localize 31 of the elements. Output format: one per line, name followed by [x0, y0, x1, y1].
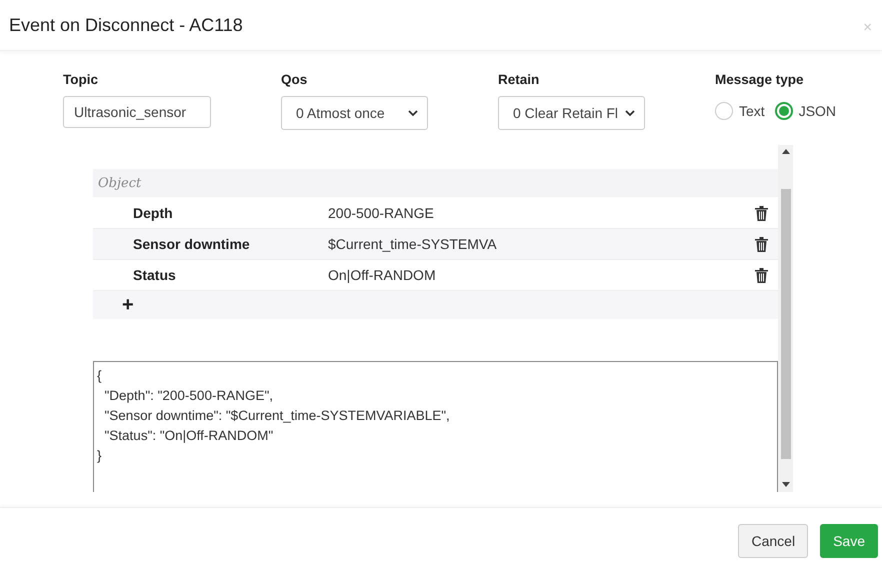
add-row-button[interactable]: +: [93, 291, 778, 319]
key-cell-text: Sensor downtime: [132, 236, 251, 252]
object-header: Object: [93, 169, 778, 198]
key-cell-text: Status: [132, 267, 177, 283]
qos-select[interactable]: 0 Atmost once: [281, 96, 428, 130]
trash-icon[interactable]: [755, 236, 768, 252]
radio-option[interactable]: JSON: [774, 102, 836, 120]
scroll-down-icon[interactable]: [782, 482, 790, 487]
scrollbar[interactable]: [778, 145, 793, 492]
radio-button[interactable]: [715, 102, 733, 120]
field-label: Retain: [498, 72, 540, 89]
radio-button[interactable]: [774, 102, 793, 120]
trash-icon[interactable]: [755, 268, 768, 282]
value-cell-text: $Current_time-SYSTEMVA: [328, 236, 498, 252]
field-label: Topic: [63, 72, 99, 89]
chevron-down-icon: [625, 110, 635, 116]
radio-option[interactable]: Text: [715, 102, 765, 120]
cancel-button[interactable]: Cancel: [738, 524, 808, 558]
dialog-title: Event on Disconnect - AC118: [9, 14, 243, 36]
trash-icon[interactable]: [755, 206, 768, 220]
value-cell-text: On|Off-RANDOM: [328, 267, 437, 283]
scroll-up-icon[interactable]: [782, 149, 790, 154]
topic-field[interactable]: Ultrasonic_sensor: [63, 96, 211, 128]
retain-select[interactable]: 0 Clear Retain Fl: [498, 96, 645, 130]
radio-label: Text: [739, 103, 765, 119]
value-cell-text: 200-500-RANGE: [328, 205, 435, 221]
chevron-down-icon: [408, 110, 418, 116]
field-label: Qos: [281, 72, 308, 89]
key-cell-text: Depth: [132, 205, 174, 221]
field-label: Message type: [715, 72, 805, 89]
radio-label: JSON: [798, 103, 836, 119]
